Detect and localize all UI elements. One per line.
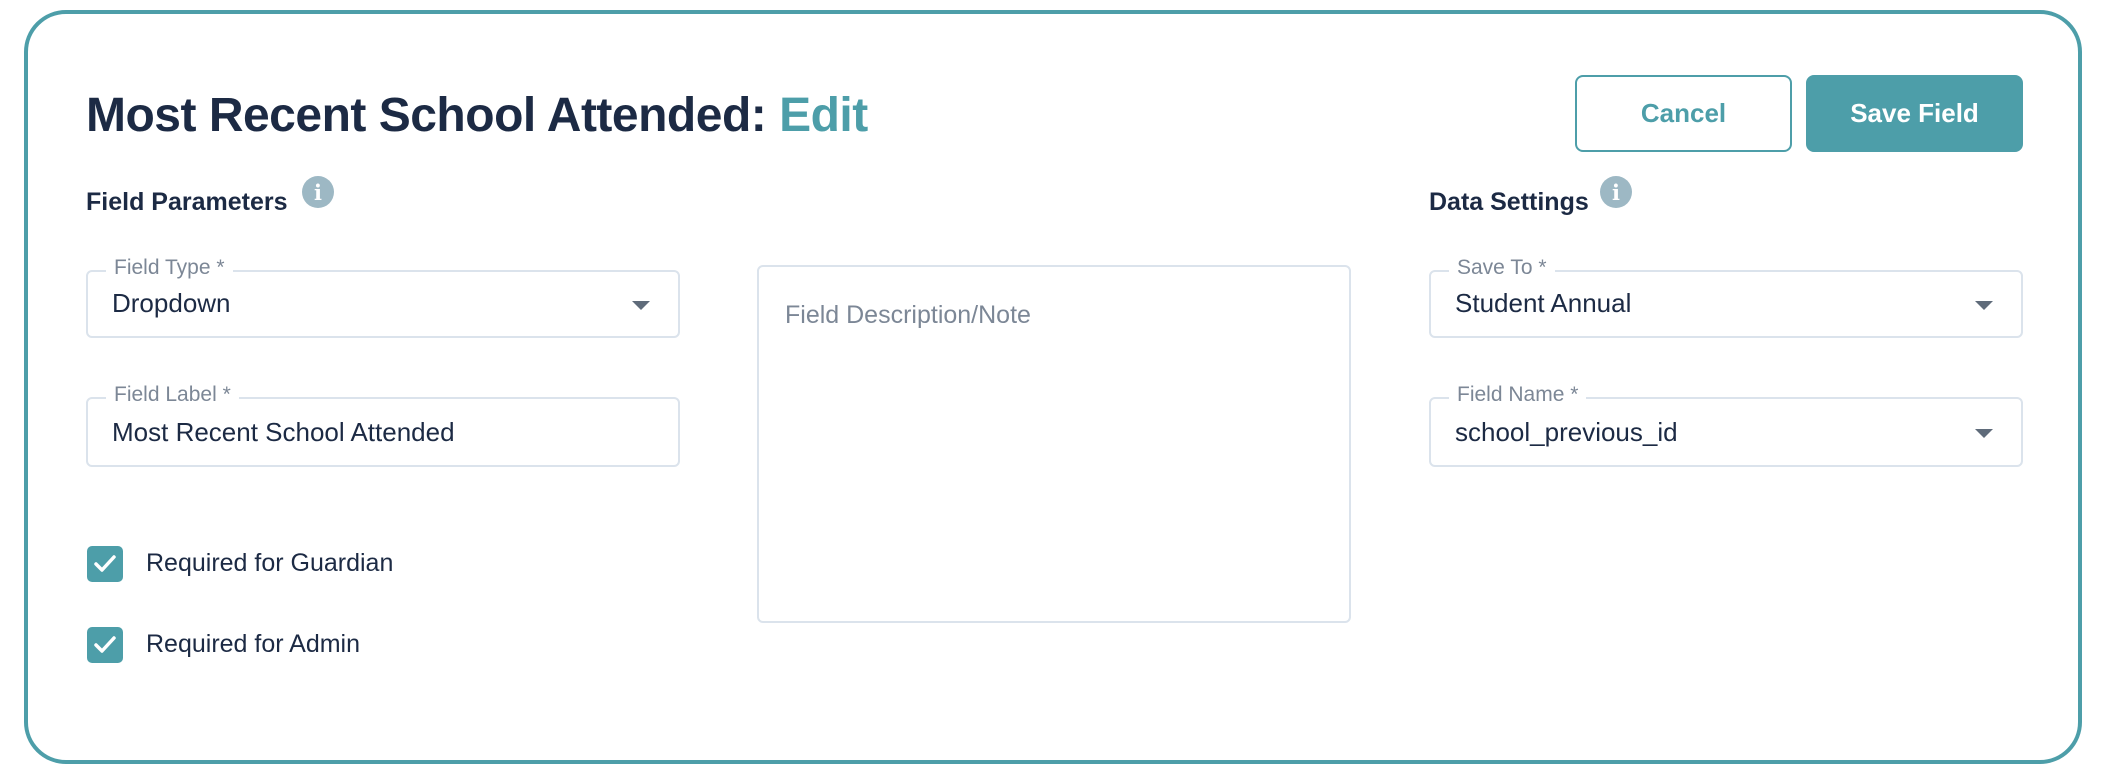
- field-label-label: Field Label *: [106, 383, 239, 407]
- info-icon[interactable]: i: [302, 176, 334, 208]
- chevron-down-icon[interactable]: [1975, 429, 1993, 438]
- field-parameters-heading: Field Parameters: [86, 188, 288, 216]
- field-type-value: Dropdown: [112, 288, 231, 318]
- page-title-main: Most Recent School Attended:: [86, 89, 780, 142]
- field-description-placeholder: Field Description/Note: [785, 301, 1031, 329]
- save-field-button[interactable]: Save Field: [1806, 75, 2023, 152]
- info-icon[interactable]: i: [1600, 176, 1632, 208]
- chevron-down-icon[interactable]: [1975, 301, 1993, 310]
- required-guardian-label: Required for Guardian: [146, 549, 394, 577]
- save-to-select[interactable]: Save To * Student Annual: [1429, 256, 2023, 338]
- field-type-label: Field Type *: [106, 256, 233, 280]
- cancel-button[interactable]: Cancel: [1575, 75, 1792, 152]
- chevron-down-icon[interactable]: [632, 301, 650, 310]
- required-admin-label: Required for Admin: [146, 630, 361, 658]
- field-name-label: Field Name *: [1449, 383, 1587, 407]
- field-description-textarea[interactable]: Field Description/Note: [757, 265, 1351, 623]
- data-settings-heading: Data Settings: [1429, 188, 1589, 216]
- save-to-value: Student Annual: [1455, 288, 1632, 318]
- page-title-mode: Edit: [779, 89, 868, 142]
- required-guardian-checkbox[interactable]: [87, 546, 123, 582]
- page-title: Most Recent School Attended: Edit: [86, 88, 868, 143]
- checkmark-icon: [94, 555, 116, 572]
- field-name-value: school_previous_id: [1455, 417, 1678, 447]
- save-to-label: Save To *: [1449, 256, 1555, 280]
- field-label-input[interactable]: Field Label * Most Recent School Attende…: [86, 383, 680, 467]
- field-label-value: Most Recent School Attended: [112, 417, 455, 447]
- field-name-select[interactable]: Field Name * school_previous_id: [1429, 383, 2023, 467]
- required-admin-checkbox[interactable]: [87, 627, 123, 663]
- checkmark-icon: [94, 636, 116, 653]
- field-type-select[interactable]: Field Type * Dropdown: [86, 256, 680, 338]
